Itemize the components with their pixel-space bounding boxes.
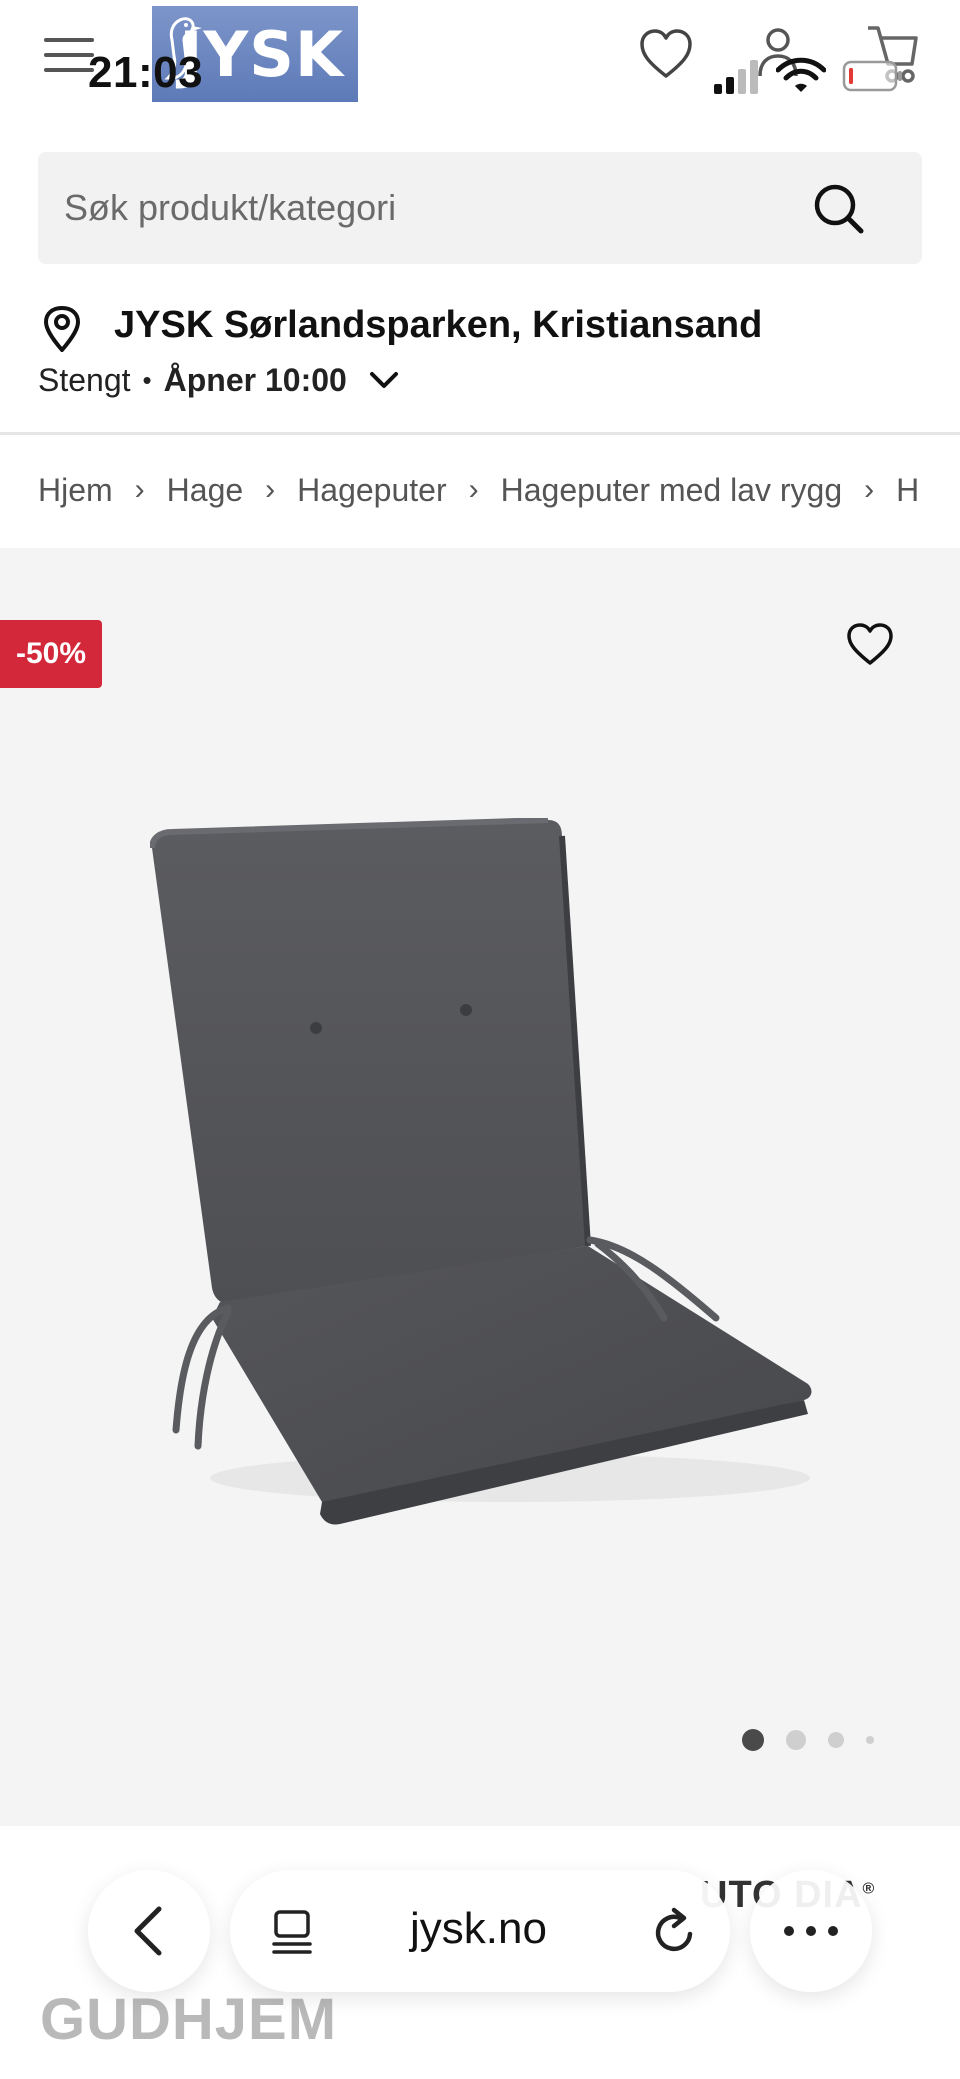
wishlist-heart-icon[interactable] [638, 28, 694, 80]
store-hours-toggle[interactable]: Stengt • Åpner 10:00 [38, 362, 399, 399]
breadcrumb-item-home[interactable]: Hjem [38, 472, 113, 509]
gallery-dot[interactable] [786, 1730, 806, 1750]
store-opening-time: Åpner 10:00 [163, 362, 347, 398]
site-header: JYSK 21:03 [0, 0, 960, 130]
wifi-icon [776, 57, 826, 92]
status-bar-time: 21:03 [88, 48, 204, 97]
gallery-dot[interactable] [866, 1736, 874, 1744]
product-title: GUDHJEM [40, 1987, 338, 2052]
menu-icon[interactable] [44, 38, 94, 74]
chevron-down-icon[interactable] [369, 370, 399, 392]
store-name[interactable]: JYSK Sørlandsparken, Kristiansand [114, 304, 762, 347]
chevron-left-icon [134, 1906, 162, 1956]
gallery-dot[interactable] [742, 1729, 764, 1751]
store-status-separator: • [142, 365, 152, 395]
breadcrumb-item-low-back-cushions[interactable]: Hageputer med lav rygg [501, 472, 843, 509]
product-image-gallery[interactable]: -50% [0, 548, 960, 1826]
header-divider [0, 432, 960, 435]
breadcrumb-separator: › [468, 473, 479, 506]
discount-badge: -50% [0, 620, 102, 688]
add-to-wishlist-heart-icon[interactable] [846, 622, 894, 666]
breadcrumb-separator: › [864, 473, 875, 506]
breadcrumb-item-garden-cushions[interactable]: Hageputer [297, 472, 446, 509]
gallery-pagination [742, 1728, 896, 1752]
browser-address-bar[interactable]: jysk.no [230, 1870, 730, 1992]
search-icon[interactable] [812, 182, 866, 236]
search-bar[interactable] [38, 152, 922, 264]
more-dots-icon [778, 1926, 844, 1936]
store-status-closed: Stengt [38, 362, 131, 398]
location-pin-icon [43, 306, 81, 352]
gallery-dot[interactable] [828, 1732, 844, 1748]
browser-more-button[interactable] [750, 1870, 872, 1992]
product-image-garden-cushion [150, 818, 812, 1525]
breadcrumb: Hjem › Hage › Hageputer › Hageputer med … [38, 470, 960, 510]
tabs-icon[interactable] [270, 1908, 314, 1956]
breadcrumb-separator: › [134, 473, 145, 506]
search-input[interactable] [64, 152, 804, 264]
battery-icon [842, 60, 902, 92]
browser-url[interactable]: jysk.no [410, 1904, 547, 1954]
cellular-signal-icon [714, 60, 758, 94]
brand-registered-mark: ® [862, 1880, 876, 1898]
breadcrumb-item-current[interactable]: H [896, 472, 919, 509]
reload-icon[interactable] [650, 1904, 700, 1958]
browser-back-button[interactable] [88, 1870, 210, 1992]
breadcrumb-item-garden[interactable]: Hage [167, 472, 244, 509]
breadcrumb-separator: › [265, 473, 276, 506]
